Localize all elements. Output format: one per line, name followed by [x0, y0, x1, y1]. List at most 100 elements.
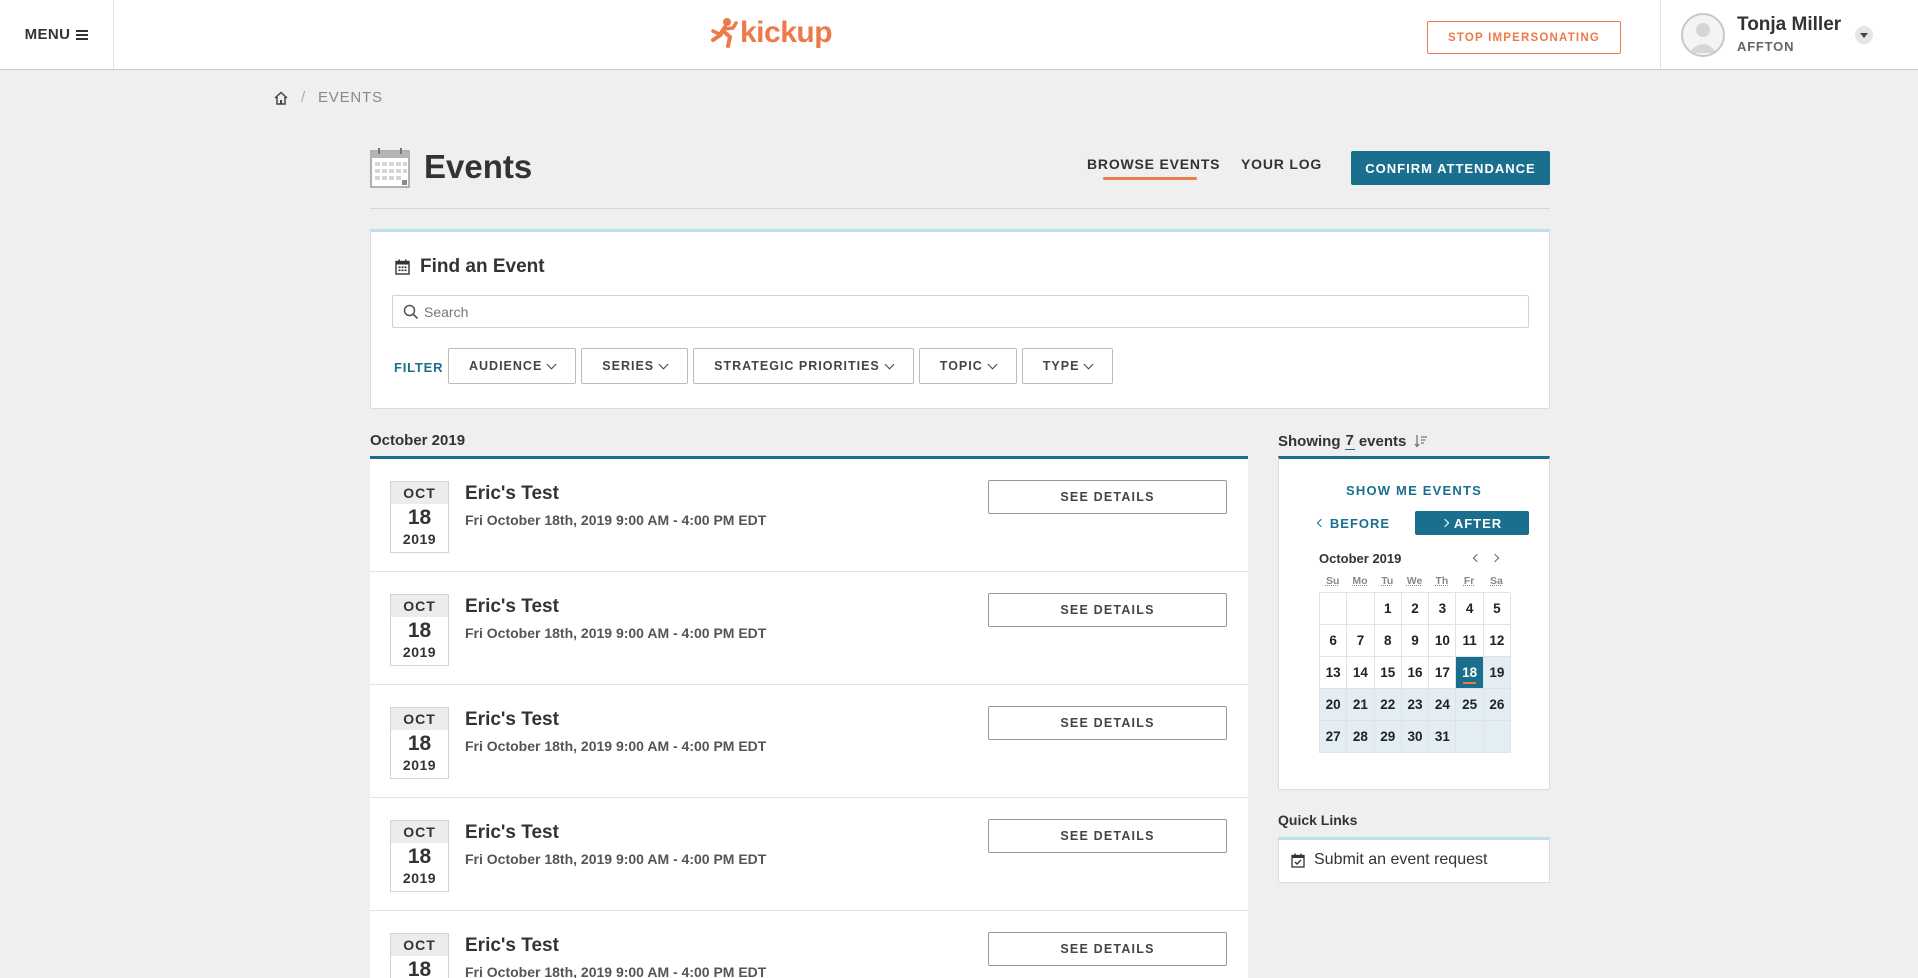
event-time: Fri October 18th, 2019 9:00 AM - 4:00 PM…: [465, 738, 767, 754]
page-title: Events: [424, 148, 533, 185]
event-time: Fri October 18th, 2019 9:00 AM - 4:00 PM…: [465, 964, 767, 978]
event-title[interactable]: Eric's Test: [465, 935, 559, 957]
confirm-attendance-button[interactable]: CONFIRM ATTENDANCE: [1351, 151, 1550, 185]
calendar-day-13[interactable]: 13: [1320, 657, 1348, 689]
menu-button[interactable]: MENU: [0, 0, 114, 69]
event-row: OCT182019Eric's TestFri October 18th, 20…: [370, 911, 1248, 978]
calendar-day-26[interactable]: 26: [1483, 689, 1512, 721]
calendar-day-1[interactable]: 1: [1374, 593, 1402, 625]
filter-bar: AUDIENCE SERIES STRATEGIC PRIORITIES TOPIC T…: [448, 348, 1114, 384]
runner-logo-icon: [711, 18, 738, 48]
find-event-panel: Find an Event FILTER AUDIENCE SERIES STRAT…: [370, 229, 1550, 409]
event-date-badge: OCT18 2019: [390, 820, 449, 892]
chevron-left-icon: [1472, 553, 1482, 563]
calendar-day-21[interactable]: 21: [1347, 689, 1375, 721]
see-details-button[interactable]: SEE DETAILS: [988, 819, 1227, 853]
calendar-day-20[interactable]: 20: [1320, 689, 1348, 721]
weekday-label: Mo: [1352, 575, 1368, 587]
home-icon[interactable]: [273, 90, 289, 106]
event-title[interactable]: Eric's Test: [465, 596, 559, 618]
showing-prefix: Showing: [1278, 432, 1341, 450]
calendar-day-8[interactable]: 8: [1374, 625, 1402, 657]
after-button[interactable]: AFTER: [1415, 511, 1529, 535]
month-label: October 2019: [370, 432, 466, 449]
calendar-day-16[interactable]: 16: [1401, 657, 1430, 689]
weekday-label: Su: [1325, 575, 1340, 587]
event-day: 18: [407, 958, 432, 978]
find-event-title: Find an Event: [420, 256, 545, 277]
calendar-day-29[interactable]: 29: [1374, 721, 1402, 753]
calendar-next-button[interactable]: [1487, 550, 1503, 566]
see-details-button[interactable]: SEE DETAILS: [988, 593, 1227, 627]
user-name: Tonja Miller: [1737, 14, 1842, 35]
calendar-day-28[interactable]: 28: [1347, 721, 1375, 753]
calendar-day-15[interactable]: 15: [1374, 657, 1402, 689]
see-details-button[interactable]: SEE DETAILS: [988, 480, 1227, 514]
event-title[interactable]: Eric's Test: [465, 483, 559, 505]
calendar-day-3[interactable]: 3: [1429, 593, 1457, 625]
stop-impersonating-button[interactable]: STOP IMPERSONATING: [1427, 21, 1621, 54]
filter-audience-button[interactable]: AUDIENCE: [448, 348, 577, 384]
search-input[interactable]: [424, 296, 1524, 327]
submit-event-request-link[interactable]: Submit an event request: [1291, 851, 1487, 869]
filter-topic-button[interactable]: TOPIC: [918, 348, 1017, 384]
calendar-day-30[interactable]: 30: [1401, 721, 1430, 753]
calendar-day-19[interactable]: 19: [1483, 657, 1512, 689]
event-day: 18: [407, 845, 432, 868]
calendar-day-27[interactable]: 27: [1320, 721, 1348, 753]
calendar-small-icon: [395, 259, 410, 275]
calendar-day-6[interactable]: 6: [1320, 625, 1348, 657]
calendar-day-31[interactable]: 31: [1429, 721, 1457, 753]
calendar-prev-button[interactable]: [1469, 550, 1485, 566]
event-day: 18: [407, 506, 432, 529]
see-details-button[interactable]: SEE DETAILS: [988, 706, 1227, 740]
top-bar: MENU kickup STOP IMPERSONATING Tonja Mil…: [0, 0, 1918, 70]
event-month: OCT: [391, 595, 448, 617]
calendar-day-24[interactable]: 24: [1429, 689, 1457, 721]
event-row: OCT182019Eric's TestFri October 18th, 20…: [370, 798, 1248, 911]
event-row: OCT182019Eric's TestFri October 18th, 20…: [370, 572, 1248, 685]
calendar-day-5[interactable]: 5: [1483, 593, 1512, 625]
before-button[interactable]: BEFORE: [1316, 511, 1391, 535]
sort-icon[interactable]: [1414, 434, 1428, 448]
calendar-day-10[interactable]: 10: [1429, 625, 1457, 657]
chevron-down-icon: [884, 359, 895, 369]
caret-down-icon[interactable]: [1855, 26, 1873, 44]
calendar-day-12[interactable]: 12: [1483, 625, 1512, 657]
calendar-day-18[interactable]: 18: [1456, 657, 1484, 689]
event-row: OCT182019Eric's TestFri October 18th, 20…: [370, 685, 1248, 798]
calendar-day-22[interactable]: 22: [1374, 689, 1402, 721]
calendar-day-11[interactable]: 11: [1456, 625, 1484, 657]
calendar-day-7[interactable]: 7: [1347, 625, 1375, 657]
event-title[interactable]: Eric's Test: [465, 709, 559, 731]
event-list: OCT 18 2019 Eric's Test Fri October 18th, 20…: [370, 459, 1248, 978]
calendar-day-14[interactable]: 14: [1347, 657, 1375, 689]
search-field[interactable]: [392, 295, 1529, 328]
breadcrumb: / EVENTS: [273, 89, 383, 106]
chevron-down-icon: [987, 359, 998, 369]
calendar-panel: SHOW ME EVENTS BEFORE AFTER October 2019…: [1278, 456, 1550, 790]
calendar-day-23[interactable]: 23: [1401, 689, 1430, 721]
event-year: 2019: [402, 870, 437, 886]
breadcrumb-current: EVENTS: [317, 89, 383, 106]
tab-your-log[interactable]: YOUR LOG: [1241, 156, 1322, 172]
calendar-day-17[interactable]: 17: [1429, 657, 1457, 689]
calendar-day-2[interactable]: 2: [1401, 593, 1430, 625]
user-menu[interactable]: Tonja Miller AFFTON: [1660, 0, 1918, 69]
event-title[interactable]: Eric's Test: [465, 822, 559, 844]
calendar-days: 1 2 3 4 5 6 7 8 9 10 11 12 13 14 15 16 17 18 19 20 21 22 23 24 2…: [1319, 592, 1512, 753]
event-day: 18: [407, 619, 432, 642]
filter-strategic-priorities-button[interactable]: STRATEGIC PRIORITIES: [693, 348, 914, 384]
kickup-logo[interactable]: kickup: [710, 16, 833, 50]
weekday-label: We: [1406, 575, 1423, 587]
event-month: OCT: [391, 934, 448, 956]
calendar-day-25[interactable]: 25: [1456, 689, 1484, 721]
calendar-day-9[interactable]: 9: [1401, 625, 1430, 657]
see-details-button[interactable]: SEE DETAILS: [988, 932, 1227, 966]
tab-browse-events[interactable]: BROWSE EVENTS: [1087, 156, 1220, 172]
calendar-day-4[interactable]: 4: [1456, 593, 1484, 625]
event-month: OCT: [391, 821, 448, 843]
filter-series-button[interactable]: SERIES: [581, 348, 689, 384]
filter-type-button[interactable]: TYPE: [1021, 348, 1114, 384]
calendar-month-label: October 2019: [1319, 551, 1402, 566]
